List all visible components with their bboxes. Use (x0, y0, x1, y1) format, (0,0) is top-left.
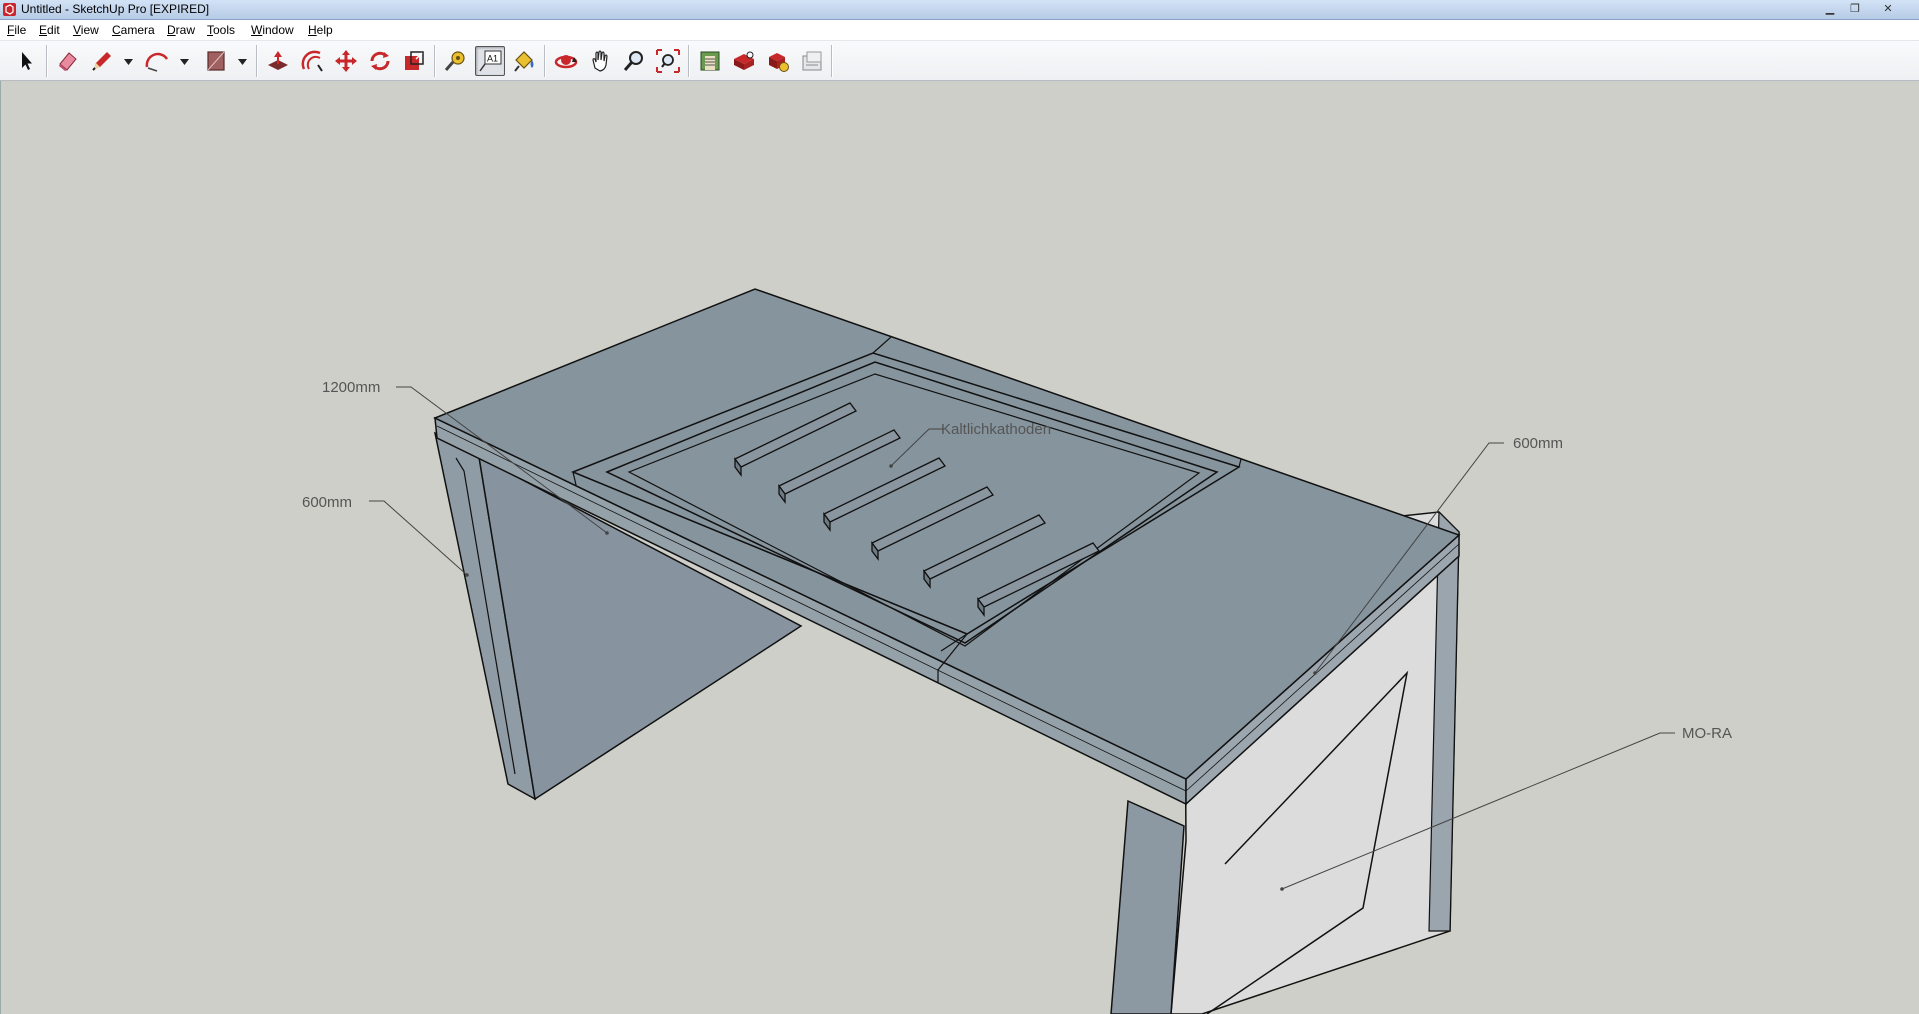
chevron-down-icon[interactable] (238, 59, 247, 65)
hand-icon (592, 50, 608, 72)
menu-window[interactable]: Window (251, 23, 294, 37)
zoom-extents-icon (656, 49, 680, 73)
menu-file[interactable]: File (7, 23, 26, 37)
paint-bucket-tool-button[interactable] (509, 46, 539, 76)
push-pull-icon (268, 51, 288, 70)
eraser-icon (59, 52, 77, 71)
rotate-tool-button[interactable] (365, 46, 395, 76)
toolbar-separator (434, 45, 435, 77)
scale-icon (405, 51, 424, 70)
menu-edit[interactable]: Edit (39, 23, 60, 37)
orbit-tool-button[interactable] (551, 46, 581, 76)
zoom-extents-tool-button[interactable] (653, 46, 683, 76)
chevron-down-icon[interactable] (180, 59, 189, 65)
sketchup-app-icon (3, 3, 16, 16)
arc-icon (145, 52, 169, 72)
toolbar-separator (544, 45, 545, 77)
toolbar-separator (688, 45, 689, 77)
close-button[interactable]: ✕ (1876, 1, 1900, 17)
pan-tool-button[interactable] (585, 46, 615, 76)
model-scene[interactable]: 1200mm 600mm 600mm Kaltlichkathoden MO-R… (1, 81, 1919, 1014)
select-tool-button[interactable] (11, 46, 41, 76)
share-model-tool-button[interactable] (729, 46, 759, 76)
move-tool-button[interactable] (331, 46, 361, 76)
maximize-button[interactable]: ❐ (1843, 1, 1867, 17)
arrow-icon (22, 52, 32, 70)
layout-tool-button[interactable] (797, 46, 827, 76)
magnifier-icon (623, 51, 643, 71)
menu-help[interactable]: Help (308, 23, 333, 37)
text-tool-button[interactable]: A1 (475, 46, 505, 76)
main-toolbar: A1 (0, 41, 1919, 81)
tape-measure-icon (444, 51, 465, 71)
scale-tool-button[interactable] (399, 46, 429, 76)
tape-measure-tool-button[interactable] (441, 46, 471, 76)
toolbar-separator (256, 45, 257, 77)
offset-icon (301, 50, 323, 72)
rectangle-icon (207, 51, 225, 71)
pencil-icon (92, 52, 111, 71)
warehouse-icon (700, 51, 720, 71)
offset-tool-button[interactable] (297, 46, 327, 76)
text-icon: A1 (479, 50, 502, 72)
arc-tool-button[interactable] (142, 46, 172, 76)
paint-bucket-icon (514, 51, 534, 72)
rectangle-tool-button[interactable] (201, 46, 231, 76)
share-model-icon (734, 51, 754, 70)
model-viewport[interactable]: 1200mm 600mm 600mm Kaltlichkathoden MO-R… (0, 81, 1919, 1014)
push-pull-tool-button[interactable] (263, 46, 293, 76)
toolbar-separator (831, 45, 832, 77)
orbit-icon (554, 55, 578, 69)
menu-camera[interactable]: Camera (112, 23, 155, 37)
menu-tools[interactable]: Tools (207, 23, 235, 37)
dimension-label-1200mm[interactable]: 1200mm (322, 379, 380, 396)
menu-view[interactable]: View (73, 23, 99, 37)
rotate-icon (370, 51, 390, 71)
components-icon (769, 53, 789, 72)
toolbar-separator (46, 45, 47, 77)
text-tool-label: A1 (487, 54, 498, 64)
note-label-kaltlichkathoden[interactable]: Kaltlichkathoden (941, 421, 1051, 438)
chevron-down-icon[interactable] (124, 59, 133, 65)
warehouse-tool-button[interactable] (695, 46, 725, 76)
window-title: Untitled - SketchUp Pro [EXPIRED] (21, 2, 210, 16)
minimize-button[interactable]: ▁ (1818, 1, 1842, 17)
line-tool-button[interactable] (87, 46, 117, 76)
components-tool-button[interactable] (763, 46, 793, 76)
menu-draw[interactable]: Draw (167, 23, 195, 37)
dimension-label-600mm-left[interactable]: 600mm (302, 494, 352, 511)
dimension-label-600mm-right[interactable]: 600mm (1513, 435, 1563, 452)
right-front-leg (1110, 799, 1185, 1014)
title-bar: Untitled - SketchUp Pro [EXPIRED] ▁ ❐ ✕ (0, 0, 1919, 20)
layout-icon (802, 51, 822, 71)
eraser-tool-button[interactable] (53, 46, 83, 76)
note-label-mo-ra[interactable]: MO-RA (1682, 725, 1732, 742)
zoom-tool-button[interactable] (619, 46, 649, 76)
menu-bar: File Edit View Camera Draw Tools Window … (0, 20, 1919, 41)
move-icon (335, 50, 357, 72)
